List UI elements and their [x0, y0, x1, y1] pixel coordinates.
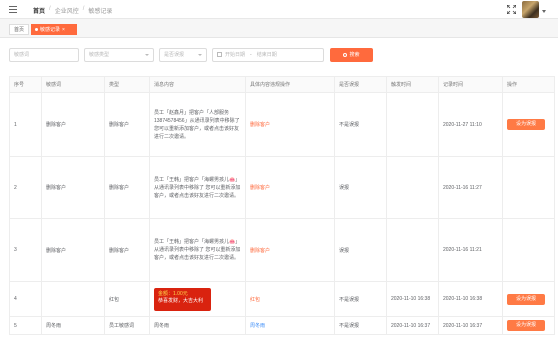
sensitive-word: 删除客户 — [41, 92, 105, 157]
search-button-label: 搜索 — [349, 52, 360, 58]
tab-sensitive-records[interactable]: 敏感记录 × — [31, 24, 77, 35]
start-date-placeholder: 开始日期 — [225, 52, 246, 58]
message-content: 员工「王韩」把客户「海螺男孩儿🐽」从通讯录列表中移除了 您可以重新添加客户，或者… — [149, 218, 246, 282]
row-index: 1 — [9, 92, 42, 157]
misreport-status: 不是误报 — [334, 281, 387, 317]
detail-link[interactable]: 删除客户 — [250, 248, 270, 254]
top-bar: 首页 / 企业风控 / 敏感记录 — [0, 0, 558, 19]
message-content: 周冬雨 — [149, 316, 246, 335]
sensitive-type-select[interactable]: 敏感类型 — [84, 48, 154, 62]
trigger-time — [386, 92, 439, 157]
column-header: 触发时间 — [386, 76, 439, 93]
breadcrumb-current: 敏感记录 — [88, 9, 113, 15]
action-cell — [502, 218, 555, 282]
detail-link[interactable]: 周冬雨 — [250, 323, 265, 329]
column-header: 操作 — [502, 76, 555, 93]
sensitive-word: 周冬雨 — [41, 316, 105, 335]
row-type: 删除客户 — [104, 218, 150, 282]
misreport-placeholder: 是否误报 — [164, 52, 185, 58]
sensitive-word: 删除客户 — [41, 156, 105, 219]
chevron-down-icon — [198, 54, 202, 56]
chevron-down-icon — [145, 54, 149, 56]
table-header-row: 序号 敏感词 类型 消息内容 具体内容违规操作 是否误报 触发时间 记录时间 操… — [9, 76, 555, 93]
breadcrumb: 首页 / 企业风控 / 敏感记录 — [33, 6, 112, 15]
active-dot-icon — [35, 28, 38, 31]
end-date-placeholder: 结束日期 — [256, 52, 277, 58]
column-header: 敏感词 — [41, 76, 105, 93]
sensitive-word-placeholder: 敏感词 — [14, 52, 30, 58]
sensitive-word: 删除客户 — [41, 218, 105, 282]
row-type: 红包 — [104, 281, 150, 317]
avatar[interactable] — [522, 1, 539, 18]
misreport-status: 不是误报 — [334, 92, 387, 157]
record-time: 2020-11-16 11:27 — [438, 156, 503, 219]
fullscreen-icon[interactable] — [507, 5, 516, 14]
message-content: 金额：1.00元 恭喜发财，大吉大利 — [149, 281, 246, 317]
table-row: 1 删除客户 删除客户 员工「赵鑫月」把客户「人部服务13874578456」从… — [9, 92, 555, 157]
red-packet-card[interactable]: 金额：1.00元 恭喜发财，大吉大利 — [154, 287, 211, 311]
record-time: 2020-11-27 11:10 — [438, 92, 503, 157]
action-cell — [502, 156, 555, 219]
table-row: 2 删除客户 删除客户 员工「王韩」把客户「海螺男孩儿🐽」从通讯录列表中移除了 … — [9, 156, 555, 219]
breadcrumb-separator: / — [49, 6, 51, 12]
tabs-bar: 首页 敏感记录 × — [0, 19, 558, 38]
misreport-status: 误报 — [334, 156, 387, 219]
tab-home[interactable]: 首页 — [9, 24, 29, 35]
mark-misreport-button[interactable]: 设为误报 — [507, 119, 545, 130]
record-time: 2020-11-16 11:21 — [438, 218, 503, 282]
sensitive-records-table: 序号 敏感词 类型 消息内容 具体内容违规操作 是否误报 触发时间 记录时间 操… — [9, 76, 555, 335]
sensitive-word-input[interactable]: 敏感词 — [9, 48, 79, 62]
column-header: 序号 — [9, 76, 42, 93]
mark-misreport-button[interactable]: 设为误报 — [507, 320, 545, 331]
trigger-time: 2020-11-10 16:38 — [386, 281, 439, 317]
trigger-time: 2020-11-10 16:37 — [386, 316, 439, 335]
misreport-status: 误报 — [334, 218, 387, 282]
row-type: 删除客户 — [104, 92, 150, 157]
menu-toggle-icon[interactable] — [9, 6, 17, 13]
tab-label: 敏感记录 — [40, 27, 61, 33]
search-button[interactable]: 搜索 — [330, 48, 373, 62]
table-row: 4 红包 金额：1.00元 恭喜发财，大吉大利 红包 不是误报 2020-11-… — [9, 281, 555, 317]
row-index: 2 — [9, 156, 42, 219]
filter-bar: 敏感词 敏感类型 是否误报 开始日期 - 结束日期 搜索 — [0, 44, 558, 68]
detail-link[interactable]: 删除客户 — [250, 185, 270, 191]
column-header: 消息内容 — [149, 76, 246, 93]
trigger-time — [386, 156, 439, 219]
calendar-icon — [217, 52, 222, 57]
search-icon — [343, 53, 348, 57]
column-header: 类型 — [104, 76, 150, 93]
row-index: 3 — [9, 218, 42, 282]
red-packet-amount: 金额：1.00元 — [158, 290, 188, 297]
misreport-select[interactable]: 是否误报 — [159, 48, 207, 62]
trigger-time — [386, 218, 439, 282]
table-row: 3 删除客户 删除客户 员工「王韩」把客户「海螺男孩儿🐽」从通讯录列表中移除了 … — [9, 218, 555, 282]
detail-link[interactable]: 红包 — [250, 297, 260, 303]
row-index: 4 — [9, 281, 42, 317]
breadcrumb-home[interactable]: 首页 — [33, 6, 45, 15]
date-range-picker[interactable]: 开始日期 - 结束日期 — [212, 48, 324, 62]
column-header: 具体内容违规操作 — [245, 76, 335, 93]
record-time: 2020-11-10 16:37 — [438, 316, 503, 335]
row-type: 删除客户 — [104, 156, 150, 219]
row-type: 员工敏感词 — [104, 316, 150, 335]
misreport-status: 不是误报 — [334, 316, 387, 335]
range-separator: - — [250, 52, 252, 58]
message-content: 员工「赵鑫月」把客户「人部服务13874578456」从通讯录列表中移除了 您可… — [149, 92, 246, 157]
breadcrumb-separator: / — [82, 6, 85, 12]
sensitive-word — [41, 281, 105, 317]
record-time: 2020-11-10 16:38 — [438, 281, 503, 317]
mark-misreport-button[interactable]: 设为误报 — [507, 293, 545, 305]
table-row: 5 周冬雨 员工敏感词 周冬雨 周冬雨 不是误报 2020-11-10 16:3… — [9, 316, 555, 335]
sensitive-type-placeholder: 敏感类型 — [89, 52, 110, 58]
row-index: 5 — [9, 316, 42, 335]
close-icon[interactable]: × — [62, 27, 65, 33]
detail-link[interactable]: 删除客户 — [250, 122, 270, 128]
message-content: 员工「王韩」把客户「海螺男孩儿🐽」从通讯录列表中移除了 您可以重新添加客户，或者… — [149, 156, 246, 219]
breadcrumb-risk[interactable]: 企业风控 — [55, 6, 79, 15]
red-packet-greeting: 恭喜发财，大吉大利 — [158, 297, 204, 304]
column-header: 是否误报 — [334, 76, 387, 93]
chevron-down-icon[interactable] — [542, 10, 546, 13]
column-header: 记录时间 — [438, 76, 503, 93]
